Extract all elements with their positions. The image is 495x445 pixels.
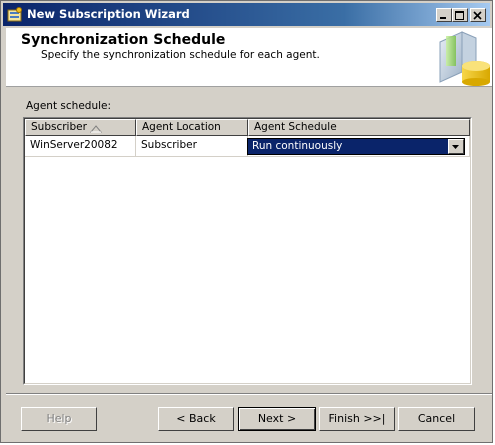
dropdown-button[interactable] <box>448 139 464 154</box>
footer-divider <box>6 393 492 395</box>
minimize-icon <box>440 17 446 19</box>
finish-button[interactable]: Finish >>| <box>319 407 395 431</box>
column-header-agent-location[interactable]: Agent Location <box>136 119 248 136</box>
agent-schedule-grid[interactable]: Subscriber Agent Location Agent Schedule… <box>23 117 472 385</box>
page-title: Synchronization Schedule <box>21 32 226 48</box>
agent-schedule-dropdown[interactable]: Run continuously <box>247 138 465 155</box>
title-bar[interactable]: New Subscription Wizard <box>3 3 490 26</box>
close-icon <box>473 11 482 20</box>
wizard-window: New Subscription Wizard Synchronization … <box>0 0 493 443</box>
minimize-button[interactable] <box>436 8 452 22</box>
back-button[interactable]: < Back <box>158 407 234 431</box>
column-header-agent-schedule[interactable]: Agent Schedule <box>248 119 470 136</box>
maximize-icon <box>455 11 464 20</box>
cancel-button[interactable]: Cancel <box>398 407 475 431</box>
sort-ascending-icon <box>90 125 102 133</box>
wizard-app-icon <box>7 7 22 22</box>
database-wizard-graphic <box>439 31 490 86</box>
chevron-down-icon <box>452 145 459 149</box>
page-subtitle: Specify the synchronization schedule for… <box>41 49 320 61</box>
agent-schedule-label: Agent schedule: <box>26 100 112 112</box>
window-title: New Subscription Wizard <box>27 7 190 21</box>
close-button[interactable] <box>470 8 486 22</box>
column-header-subscriber[interactable]: Subscriber <box>25 119 136 136</box>
column-header-subscriber-label: Subscriber <box>31 121 87 133</box>
cell-agent-location: Subscriber <box>136 136 248 157</box>
help-button[interactable]: Help <box>21 407 97 431</box>
agent-schedule-selected-value: Run continuously <box>252 140 343 152</box>
next-button[interactable]: Next > <box>238 407 316 431</box>
cell-subscriber: WinServer20082 <box>25 136 136 157</box>
wizard-body: Agent schedule: Subscriber Agent Locatio… <box>6 87 492 393</box>
wizard-header: Synchronization Schedule Specify the syn… <box>6 28 492 87</box>
maximize-button[interactable] <box>452 8 468 22</box>
